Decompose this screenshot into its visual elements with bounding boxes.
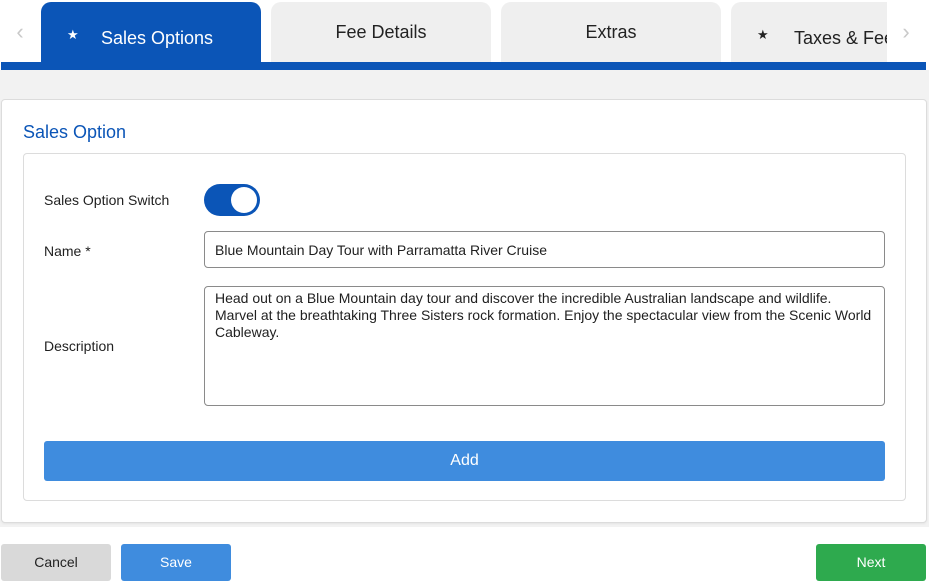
next-button[interactable]: Next	[816, 544, 926, 581]
star-icon: ★	[67, 27, 79, 42]
tab-extras[interactable]: Extras	[501, 2, 721, 62]
switch-label: Sales Option Switch	[44, 192, 170, 208]
tab-taxes-and-fees[interactable]: ★ Taxes & Fee	[731, 2, 887, 62]
tab-underline	[1, 62, 926, 70]
section-title: Sales Option	[23, 122, 127, 142]
toggle-knob	[231, 187, 257, 213]
tab-sales-options[interactable]: ★ Sales Options	[41, 2, 261, 62]
chevron-left-icon[interactable]: ‹	[10, 18, 30, 46]
tabs-viewport: ★ Sales Options Fee Details Extras ★ Tax…	[41, 2, 887, 62]
tab-label: Fee Details	[335, 22, 427, 42]
save-button[interactable]: Save	[121, 544, 231, 581]
cancel-button[interactable]: Cancel	[1, 544, 111, 581]
star-icon: ★	[757, 27, 769, 42]
tab-label: Extras	[585, 22, 637, 42]
tab-label: Taxes & Fee	[794, 28, 887, 48]
footer-bar: Cancel Save Next	[0, 527, 929, 583]
sales-option-form: Sales Option Switch Name * Blue Mountain…	[23, 153, 906, 501]
chevron-right-icon[interactable]: ›	[896, 18, 916, 46]
add-button[interactable]: Add	[44, 441, 885, 481]
description-label: Description	[44, 338, 115, 354]
tab-label: Sales Options	[101, 28, 214, 48]
tab-bar: ‹ ★ Sales Options Fee Details Extras ★ T…	[0, 0, 929, 70]
sales-option-panel: Sales Option Sales Option Switch Name * …	[1, 99, 927, 523]
description-textarea[interactable]: Head out on a Blue Mountain day tour and…	[204, 286, 885, 406]
name-input[interactable]: Blue Mountain Day Tour with Parramatta R…	[204, 231, 885, 268]
sales-option-toggle[interactable]	[204, 184, 260, 216]
tab-fee-details[interactable]: Fee Details	[271, 2, 491, 62]
name-label: Name *	[44, 243, 91, 259]
